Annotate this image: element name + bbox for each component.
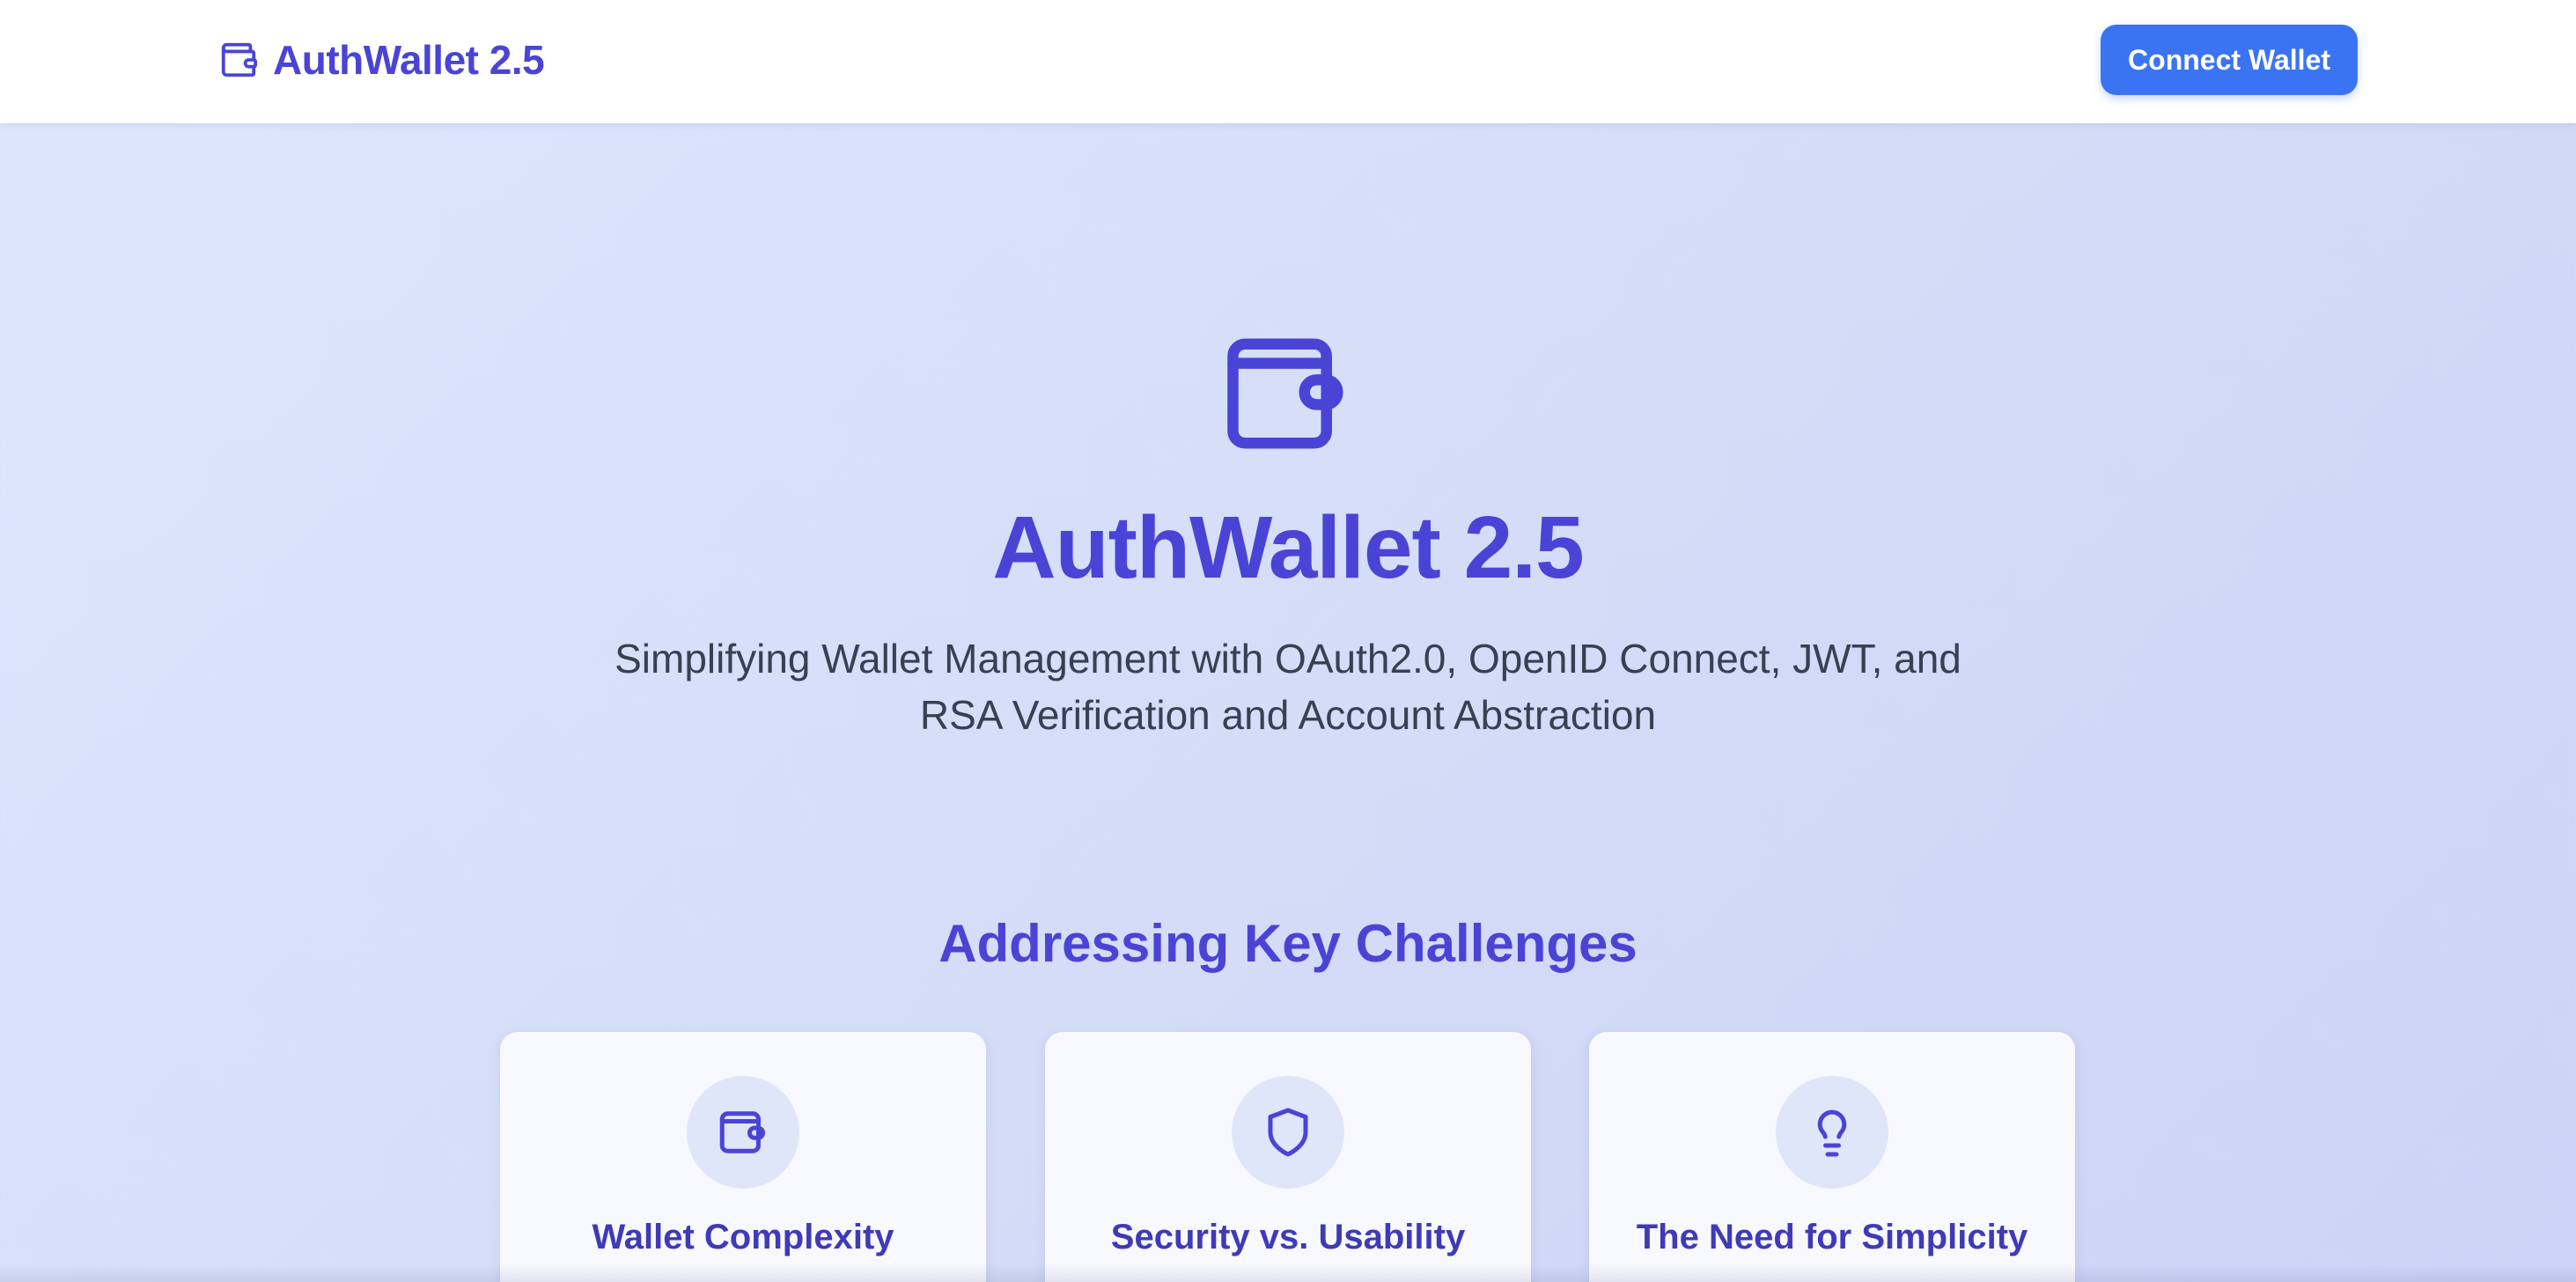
wallet-icon xyxy=(719,1111,765,1153)
card-title: Security vs. Usability xyxy=(1110,1218,1466,1256)
top-nav-bar: AuthWallet 2.5 Connect Wallet xyxy=(0,0,2576,123)
challenge-card-security-usability: Security vs. Usability xyxy=(1045,1032,1531,1282)
lightbulb-icon xyxy=(1817,1109,1847,1157)
card-icon-circle xyxy=(687,1076,799,1189)
card-icon-circle xyxy=(1776,1076,1888,1189)
brand-name: AuthWallet 2.5 xyxy=(273,37,545,83)
brand-logo-link[interactable]: AuthWallet 2.5 xyxy=(218,32,545,88)
hero-title: AuthWallet 2.5 xyxy=(992,498,1584,597)
card-icon-circle xyxy=(1232,1076,1344,1189)
card-title: The Need for Simplicity xyxy=(1636,1218,2028,1256)
hero-subtitle: Simplifying Wallet Management with OAuth… xyxy=(615,636,1961,738)
challenge-card-wallet-complexity: Wallet Complexity xyxy=(500,1032,986,1282)
connect-wallet-button[interactable]: Connect Wallet xyxy=(2101,25,2358,95)
shield-icon xyxy=(1268,1108,1308,1157)
challenges-section-title: Addressing Key Challenges xyxy=(938,914,1638,973)
wallet-icon xyxy=(1227,338,1343,449)
card-title: Wallet Complexity xyxy=(592,1218,894,1256)
challenge-card-simplicity: The Need for Simplicity xyxy=(1589,1032,2075,1282)
wallet-icon xyxy=(221,42,258,77)
